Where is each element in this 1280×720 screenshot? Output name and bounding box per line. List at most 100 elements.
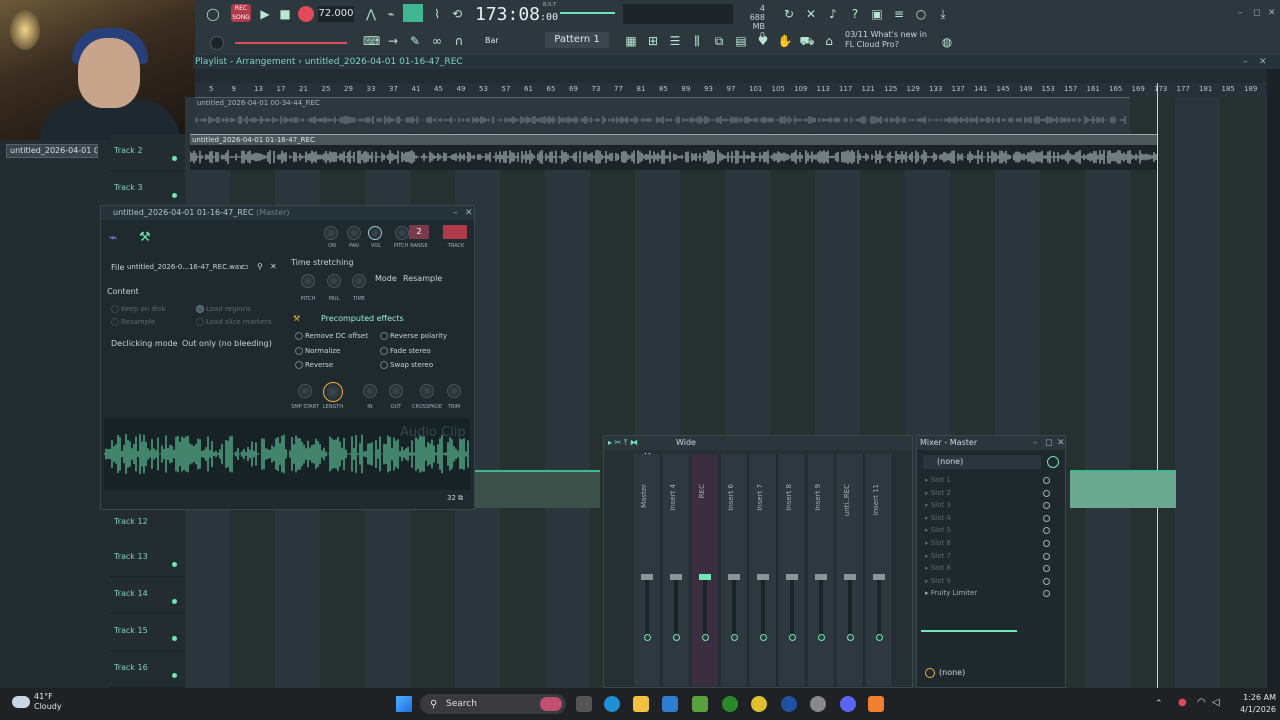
- fader-cap[interactable]: [815, 574, 827, 580]
- range-display[interactable]: 2: [409, 225, 429, 239]
- save-icon[interactable]: ▣: [869, 6, 885, 22]
- metronome-icon[interactable]: ⋀: [363, 6, 379, 22]
- window-close-icon[interactable]: ✕: [465, 206, 473, 220]
- slot-led[interactable]: [1043, 514, 1050, 522]
- slot-led[interactable]: [1043, 565, 1050, 573]
- mic-icon[interactable]: ♪: [825, 6, 841, 22]
- declicking-select[interactable]: Out only (no bleeding): [182, 339, 272, 348]
- chat-icon[interactable]: ○: [913, 6, 929, 22]
- route-dot[interactable]: [847, 634, 854, 641]
- tools-icon[interactable]: ✕: [803, 6, 819, 22]
- mixer-strip[interactable]: Insert 9: [808, 454, 835, 686]
- fader-cap[interactable]: [786, 574, 798, 580]
- fx-checkbox[interactable]: [295, 332, 303, 340]
- slot-led[interactable]: [1043, 552, 1050, 560]
- effect-slot[interactable]: ▸ Slot 3: [925, 501, 951, 509]
- length-knob[interactable]: [323, 382, 343, 402]
- volume-icon[interactable]: ◁: [1212, 697, 1220, 708]
- effect-slot[interactable]: ▸ Slot 9: [925, 577, 951, 585]
- effect-slot[interactable]: ▸ Slot 6: [925, 539, 951, 547]
- keyboard-icon[interactable]: ⌨: [363, 33, 380, 49]
- mixer-strip[interactable]: Insert 11: [866, 454, 893, 686]
- mixer-strip[interactable]: unti..REC: [837, 454, 864, 686]
- playlist-icon[interactable]: ▦: [623, 33, 639, 49]
- step-edit-icon[interactable]: ⌇: [429, 6, 445, 22]
- play-icon[interactable]: ▶: [257, 6, 273, 22]
- effect-slot[interactable]: ▸ Slot 2: [925, 489, 951, 497]
- browser-icon[interactable]: ⧉: [711, 33, 727, 49]
- fx-checkbox[interactable]: [380, 361, 388, 369]
- loop-record-icon[interactable]: ⟲: [449, 6, 465, 22]
- audio-clip-green[interactable]: [1070, 470, 1176, 508]
- arrow-icon[interactable]: →: [385, 33, 401, 49]
- window-titlebar[interactable]: untitled_2026-04-01 01-16-47_REC (Master…: [101, 206, 474, 220]
- mixer-strip[interactable]: Insert 7: [750, 454, 777, 686]
- track-header[interactable]: Track 3: [110, 171, 185, 208]
- mixer-strip[interactable]: REC: [692, 454, 719, 686]
- audio-clip-selected[interactable]: untitled_2026-04-01 01-16-47_REC: [190, 134, 1157, 170]
- tray-chevron-icon[interactable]: ⌃: [1155, 699, 1163, 709]
- resample-radio[interactable]: [111, 318, 119, 326]
- wrench-icon[interactable]: ⚒: [293, 314, 300, 323]
- ea-app-icon[interactable]: [781, 696, 797, 712]
- task-view-icon[interactable]: [576, 696, 592, 712]
- strip-fader[interactable]: [703, 574, 707, 634]
- ts-mul-knob[interactable]: [327, 274, 341, 288]
- master-pitch-knob[interactable]: [210, 36, 224, 50]
- strip-fader[interactable]: [761, 574, 765, 634]
- fader-cap[interactable]: [844, 574, 856, 580]
- ts-pitch-knob[interactable]: [301, 274, 315, 288]
- effect-slot[interactable]: ▸ Slot 8: [925, 564, 951, 572]
- weather-cloud-icon[interactable]: [12, 696, 30, 708]
- wrench-tab-icon[interactable]: ⚒: [139, 230, 151, 245]
- minimize-icon[interactable]: –: [1238, 8, 1243, 18]
- audio-clip[interactable]: untitled_2026-04-01 00-34-44_REC: [195, 97, 1130, 133]
- track-header[interactable]: Track 14: [110, 577, 185, 614]
- mixer-master-titlebar[interactable]: Mixer - Master – ◻ ✕: [917, 436, 1065, 450]
- menu-icon[interactable]: ◯: [205, 6, 221, 22]
- strip-fader[interactable]: [645, 574, 649, 634]
- output-select[interactable]: (none): [939, 668, 965, 677]
- panel-restore-icon[interactable]: ◻: [1045, 436, 1052, 450]
- effect-slot[interactable]: ▸ Slot 5: [925, 526, 951, 534]
- strip-fader[interactable]: [877, 574, 881, 634]
- chrome-icon[interactable]: [751, 696, 767, 712]
- track-header[interactable]: Track 15: [110, 614, 185, 651]
- discord-icon[interactable]: [840, 696, 856, 712]
- stop-icon[interactable]: ■: [277, 6, 293, 22]
- fader-cap[interactable]: [699, 574, 711, 580]
- strip-fader[interactable]: [674, 574, 678, 634]
- pin-icon[interactable]: ⚲: [257, 262, 263, 271]
- fader-cap[interactable]: [757, 574, 769, 580]
- mixer-view-icon[interactable]: ⫼: [689, 33, 705, 49]
- file-name[interactable]: untitled_2026-0...16-47_REC.wav: [127, 263, 243, 271]
- volume-knob[interactable]: [368, 226, 382, 240]
- cloud-icon[interactable]: ◍: [939, 34, 955, 50]
- slot-led[interactable]: [1043, 489, 1050, 497]
- plugin-picker-icon[interactable]: ♥: [755, 33, 771, 49]
- track-header[interactable]: Track 2: [110, 134, 185, 171]
- touch-controller-icon[interactable]: ✋: [777, 33, 793, 49]
- magnet-icon[interactable]: ∩: [451, 33, 467, 49]
- cart-icon[interactable]: ⛟: [799, 33, 815, 49]
- smp-start-knob[interactable]: [298, 384, 312, 398]
- track-header[interactable]: Track 13: [110, 540, 185, 577]
- store-icon[interactable]: ⌂: [821, 33, 837, 49]
- taskbar-clock[interactable]: 1:26 AM 4/1/2026: [1226, 692, 1276, 716]
- strip-fader[interactable]: [819, 574, 823, 634]
- sidebar-recording-item[interactable]: untitled_2026-04-01 01-...: [6, 144, 98, 158]
- fader-cap[interactable]: [873, 574, 885, 580]
- playlist-minimize-icon[interactable]: –: [1243, 55, 1248, 69]
- track-led[interactable]: [172, 599, 177, 604]
- wifi-icon[interactable]: ◠: [1197, 697, 1206, 708]
- route-dot[interactable]: [789, 634, 796, 641]
- snap-selector[interactable]: Bar: [467, 34, 515, 48]
- strip-fader[interactable]: [790, 574, 794, 634]
- audio-clip-green[interactable]: [475, 470, 600, 508]
- fx-checkbox[interactable]: [295, 361, 303, 369]
- master-fader-curve[interactable]: [921, 630, 1017, 632]
- folder-icon[interactable]: ▭: [241, 262, 249, 271]
- song-mode-toggle[interactable]: REC SONG: [231, 4, 251, 22]
- mixer-strip[interactable]: Insert 6: [721, 454, 748, 686]
- slot-led[interactable]: [1043, 502, 1050, 510]
